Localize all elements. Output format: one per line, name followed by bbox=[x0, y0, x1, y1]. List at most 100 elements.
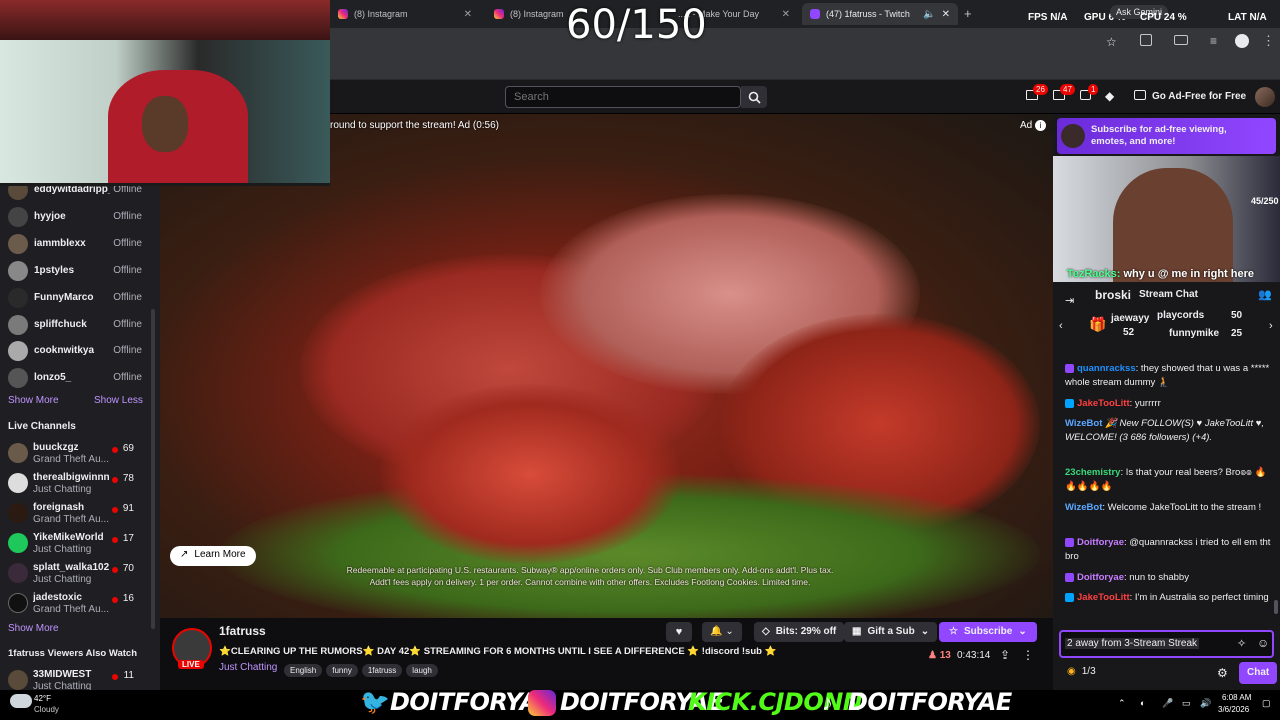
live-channel[interactable]: splatt_walka102 Just Chatting 70 bbox=[0, 559, 150, 589]
show-more-live-link[interactable]: Show More bbox=[8, 623, 59, 634]
channel-points[interactable]: ◉ 1/3 bbox=[1067, 666, 1096, 677]
leaderboard-name[interactable]: funnymike bbox=[1169, 328, 1219, 339]
live-channel[interactable]: jadestoxic Grand Theft Au... 16 bbox=[0, 589, 150, 619]
leaderboard-name[interactable]: playcords bbox=[1157, 310, 1204, 321]
clock-time[interactable]: 6:08 AM bbox=[1222, 693, 1251, 702]
mute-icon[interactable]: 🔈 bbox=[923, 9, 935, 20]
gift-sub-label: Gift a Sub bbox=[867, 626, 915, 637]
category-link[interactable]: Just Chatting bbox=[219, 662, 277, 673]
chat-username[interactable]: Doitforyae bbox=[1077, 537, 1124, 548]
collapse-chat-icon[interactable]: ⇥ bbox=[1065, 294, 1074, 307]
bits-button[interactable]: ◇ Bits: 29% off bbox=[754, 622, 845, 642]
emote-picker-icon[interactable]: ☺ bbox=[1257, 636, 1269, 650]
chat-username[interactable]: WizeBot bbox=[1065, 418, 1102, 429]
chat-username[interactable]: JakeTooLitt bbox=[1077, 398, 1130, 409]
notification-center-icon[interactable]: ▢ bbox=[1262, 698, 1271, 709]
live-badge: LIVE bbox=[178, 660, 204, 669]
live-channel[interactable]: foreignash Grand Theft Au... 91 bbox=[0, 499, 150, 529]
chat-text: : nun to shabby bbox=[1123, 572, 1189, 583]
new-tab-icon[interactable]: + bbox=[964, 6, 972, 21]
chat-input-box[interactable]: 2 away from 3-Stream Streak ✧ ☺ bbox=[1059, 630, 1274, 658]
more-options-icon[interactable]: ⋮ bbox=[1022, 648, 1034, 662]
chat-input[interactable]: 2 away from 3-Stream Streak bbox=[1065, 638, 1200, 649]
followed-channel[interactable]: cooknwitkya Offline bbox=[0, 337, 150, 364]
learn-more-button[interactable]: ↗ Learn More bbox=[170, 546, 256, 566]
tag[interactable]: laugh bbox=[406, 664, 438, 677]
avatar bbox=[8, 206, 28, 227]
tag[interactable]: English bbox=[284, 664, 323, 677]
show-less-link[interactable]: Show Less bbox=[94, 395, 143, 406]
chevron-left-icon[interactable]: ‹ bbox=[1059, 320, 1063, 332]
subscribe-button[interactable]: ☆ Subscribe ⌄ bbox=[939, 622, 1037, 642]
tag[interactable]: 1fatruss bbox=[361, 664, 403, 677]
extensions-icon[interactable] bbox=[1140, 34, 1152, 46]
gift-sub-button[interactable]: ▦ Gift a Sub ⌄ bbox=[844, 622, 938, 642]
info-icon[interactable]: i bbox=[1035, 120, 1046, 131]
followed-channel[interactable]: lonzo5_ Offline bbox=[0, 364, 150, 391]
chat-username[interactable]: WizeBot bbox=[1065, 502, 1102, 513]
avatar bbox=[8, 314, 28, 335]
followed-channel[interactable]: hyyjoe Offline bbox=[0, 203, 150, 230]
bookmark-star-icon[interactable]: ☆ bbox=[1106, 35, 1117, 49]
chevron-right-icon[interactable]: › bbox=[1269, 320, 1273, 332]
notifications-icon[interactable]: ◆ bbox=[1105, 89, 1114, 103]
browser-tab-active[interactable]: (47) 1fatruss - Twitch 🔈 ✕ bbox=[802, 3, 958, 25]
live-channel[interactable]: YikeMikeWorld Just Chatting 17 bbox=[0, 529, 150, 559]
also-watch-channel[interactable]: 33MIDWEST Just Chatting 11 bbox=[0, 666, 150, 690]
notification-bell-button[interactable]: 🔔 ⌄ bbox=[702, 622, 742, 642]
chat-username[interactable]: JakeTooLitt bbox=[1077, 592, 1130, 603]
webcam-overlay bbox=[0, 0, 330, 186]
channel-status: Offline bbox=[113, 292, 142, 303]
volume-icon[interactable]: 🔊 bbox=[1200, 698, 1211, 709]
channel-name: buuckzgz bbox=[33, 442, 79, 453]
chat-username[interactable]: Doitforyae bbox=[1077, 572, 1124, 583]
followed-channel[interactable]: spliffchuck Offline bbox=[0, 311, 150, 338]
overlay-counter: 60/150 bbox=[566, 2, 707, 48]
go-ad-free-button[interactable]: Go Ad-Free for Free bbox=[1152, 91, 1246, 102]
search-button[interactable] bbox=[741, 86, 767, 108]
tray-app-icon[interactable]: ◐ bbox=[1140, 698, 1145, 708]
show-more-link[interactable]: Show More bbox=[8, 395, 59, 406]
search-input[interactable] bbox=[505, 86, 741, 108]
leaderboard-name[interactable]: jaewayy bbox=[1111, 313, 1149, 324]
network-icon[interactable]: ▭ bbox=[1182, 698, 1191, 709]
channel-name: 33MIDWEST bbox=[33, 669, 92, 680]
chat-username[interactable]: 23chemistry bbox=[1065, 467, 1120, 478]
sparkle-icon[interactable]: ✧ bbox=[1237, 637, 1246, 650]
sidebar-scrollbar[interactable] bbox=[151, 309, 155, 629]
followed-channel[interactable]: iammblexx Offline bbox=[0, 230, 150, 257]
cam-caption-text: why u @ me in right here bbox=[1123, 268, 1254, 280]
chat-panel: Subscribe for ad-free viewing, emotes, a… bbox=[1053, 114, 1280, 690]
followed-channel[interactable]: FunnyMarco Offline bbox=[0, 284, 150, 311]
cast-icon[interactable] bbox=[1174, 35, 1188, 45]
video-player[interactable]: round to support the stream! Ad (0:56) A… bbox=[160, 114, 1053, 618]
live-channel[interactable]: therealbigwinnn Just Chatting 78 bbox=[0, 469, 150, 499]
close-icon[interactable]: ✕ bbox=[464, 9, 472, 20]
tray-chevron-up-icon[interactable]: ⌃ bbox=[1118, 698, 1126, 709]
close-icon[interactable]: ✕ bbox=[942, 9, 950, 20]
chat-username[interactable]: quannrackss bbox=[1077, 363, 1136, 374]
settings-gear-icon[interactable]: ⚙ bbox=[1217, 666, 1228, 680]
tag[interactable]: funny bbox=[326, 664, 358, 677]
follow-heart-button[interactable]: ♥ bbox=[666, 622, 692, 642]
leaderboard-value: 25 bbox=[1231, 328, 1243, 339]
followed-channel[interactable]: 1pstyles Offline bbox=[0, 257, 150, 284]
channel-name: foreignash bbox=[33, 502, 85, 513]
media-icon[interactable]: ≡ bbox=[1210, 34, 1217, 48]
chat-send-button[interactable]: Chat bbox=[1239, 662, 1278, 684]
microphone-icon[interactable]: 🎤 bbox=[1162, 698, 1173, 709]
live-channel[interactable]: buuckzgz Grand Theft Au... 69 bbox=[0, 439, 150, 469]
chat-scrollbar[interactable] bbox=[1274, 600, 1278, 614]
inbox-badge: 26 bbox=[1033, 84, 1048, 95]
subscribe-promo-banner[interactable]: Subscribe for ad-free viewing, emotes, a… bbox=[1057, 118, 1276, 154]
channel-category: Grand Theft Au... bbox=[33, 454, 109, 465]
user-avatar[interactable] bbox=[1255, 87, 1275, 107]
users-icon[interactable]: 👥 bbox=[1258, 288, 1272, 301]
menu-icon[interactable]: ⋮ bbox=[1262, 33, 1275, 49]
share-icon[interactable]: ⇪ bbox=[1000, 648, 1010, 662]
close-icon[interactable]: ✕ bbox=[782, 9, 790, 20]
profile-avatar[interactable] bbox=[1235, 34, 1249, 48]
clock-date[interactable]: 3/6/2026 bbox=[1218, 705, 1249, 714]
browser-tab[interactable]: (8) Instagram ✕ bbox=[330, 3, 480, 25]
channel-name[interactable]: 1fatruss bbox=[219, 624, 266, 638]
